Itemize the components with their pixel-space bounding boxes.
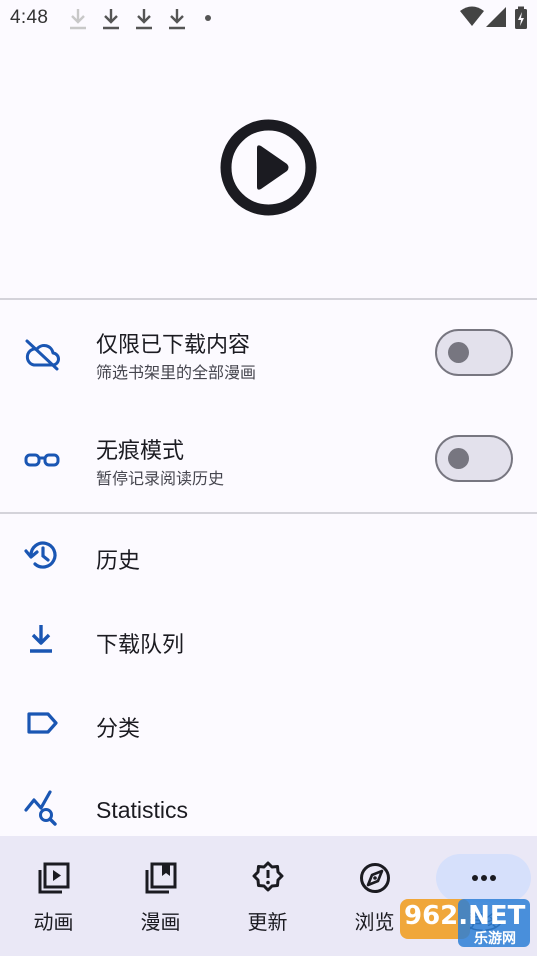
watermark: 962.NET 乐游网 bbox=[398, 895, 532, 949]
toggle-knob bbox=[448, 448, 469, 469]
app-logo bbox=[220, 119, 317, 216]
incognito-mode-subtitle: 暂停记录阅读历史 bbox=[96, 469, 225, 488]
new-releases-icon bbox=[252, 861, 283, 892]
nav-label: 更新 bbox=[247, 910, 288, 934]
history-icon bbox=[24, 541, 57, 569]
menu-item-label: 分类 bbox=[96, 717, 141, 742]
nav-item-updates[interactable]: 更新 bbox=[214, 836, 321, 956]
nav-item-manga[interactable]: 漫画 bbox=[107, 836, 214, 956]
downloaded-only-toggle[interactable] bbox=[435, 329, 513, 376]
label-icon bbox=[27, 712, 58, 734]
nav-label: 动画 bbox=[33, 910, 74, 934]
downloaded-only-title: 仅限已下载内容 bbox=[96, 333, 251, 358]
menu-item-history[interactable]: 历史 bbox=[0, 514, 537, 598]
menu-item-label: 下载队列 bbox=[96, 633, 185, 658]
download-notification-icon bbox=[103, 9, 119, 30]
downloaded-only-row[interactable]: 仅限已下载内容 筛选书架里的全部漫画 bbox=[0, 300, 537, 406]
compass-icon bbox=[359, 863, 390, 893]
menu-item-label: 历史 bbox=[96, 549, 141, 574]
menu-item-statistics[interactable]: Statistics bbox=[0, 766, 537, 836]
download-icon bbox=[30, 625, 52, 653]
status-time: 4:48 bbox=[10, 7, 49, 28]
statistics-icon bbox=[24, 790, 57, 826]
wifi-icon bbox=[460, 6, 484, 26]
more-horiz-icon bbox=[471, 875, 496, 881]
menu-item-categories[interactable]: 分类 bbox=[0, 682, 537, 766]
download-notification-icon bbox=[70, 9, 86, 30]
cloud-off-icon bbox=[25, 339, 60, 371]
cellular-signal-icon bbox=[486, 7, 506, 27]
play-library-icon bbox=[38, 862, 69, 894]
download-notification-icon bbox=[169, 9, 185, 30]
menu-item-label: Statistics bbox=[96, 797, 189, 823]
bookmark-library-icon bbox=[145, 862, 176, 894]
menu-item-download-queue[interactable]: 下载队列 bbox=[0, 598, 537, 682]
incognito-mode-row[interactable]: 无痕模式 暂停记录阅读历史 bbox=[0, 406, 537, 512]
status-bar: 4:48 bbox=[0, 0, 537, 36]
incognito-mode-toggle[interactable] bbox=[435, 435, 513, 482]
download-notification-icon bbox=[136, 9, 152, 30]
battery-charging-icon bbox=[515, 6, 527, 29]
nav-label: 漫画 bbox=[140, 910, 181, 934]
toggle-knob bbox=[448, 342, 469, 363]
nav-item-anime[interactable]: 动画 bbox=[0, 836, 107, 956]
downloaded-only-subtitle: 筛选书架里的全部漫画 bbox=[96, 363, 257, 382]
incognito-mode-title: 无痕模式 bbox=[96, 439, 185, 464]
glasses-icon bbox=[24, 453, 60, 467]
watermark-brand: 962.NET bbox=[404, 901, 526, 931]
watermark-site: 乐游网 bbox=[474, 931, 516, 947]
more-notifications-dot bbox=[205, 15, 211, 21]
